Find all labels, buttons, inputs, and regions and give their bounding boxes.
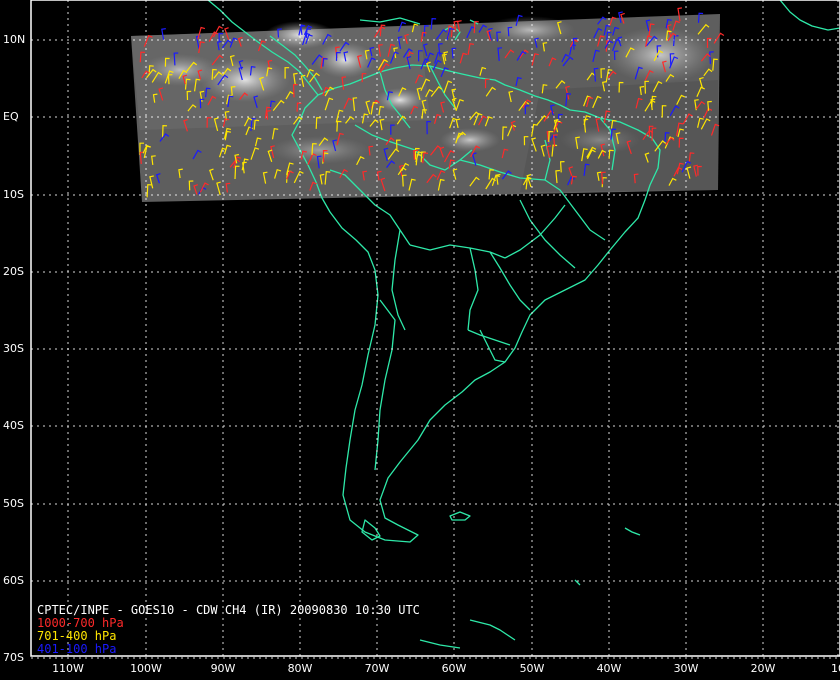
satellite-map bbox=[30, 0, 840, 659]
longitude-label: 10 bbox=[831, 662, 840, 675]
longitude-label: 90W bbox=[210, 662, 236, 675]
latitude-label: 70S bbox=[3, 651, 24, 664]
longitude-label: 30W bbox=[673, 662, 699, 675]
longitude-label: 80W bbox=[287, 662, 313, 675]
longitude-label: 60W bbox=[441, 662, 467, 675]
latitude-label: 50S bbox=[3, 497, 24, 510]
longitude-label: 100W bbox=[130, 662, 162, 675]
latitude-label: 60S bbox=[3, 574, 24, 587]
legend-high-level: 401-100 hPa bbox=[37, 642, 117, 656]
latitude-label: 30S bbox=[3, 342, 24, 355]
latitude-label: EQ bbox=[3, 110, 19, 123]
longitude-label: 70W bbox=[364, 662, 390, 675]
longitude-label: 110W bbox=[52, 662, 84, 675]
latitude-label: 20S bbox=[3, 265, 24, 278]
latitude-label: 10S bbox=[3, 188, 24, 201]
longitude-label: 40W bbox=[596, 662, 622, 675]
longitude-label: 50W bbox=[519, 662, 545, 675]
latitude-label: 40S bbox=[3, 419, 24, 432]
latitude-label: 10N bbox=[3, 33, 26, 46]
longitude-label: 20W bbox=[750, 662, 776, 675]
